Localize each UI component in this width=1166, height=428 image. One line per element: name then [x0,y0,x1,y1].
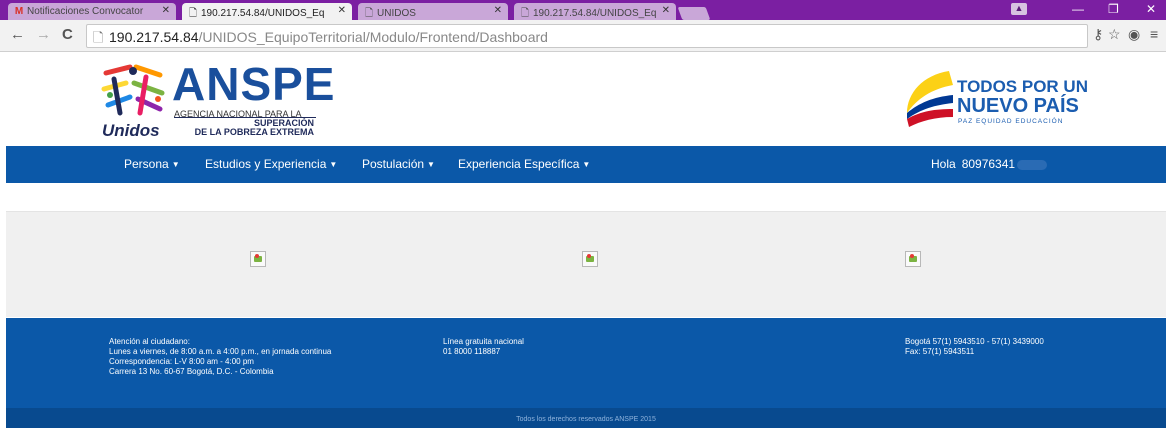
page-icon: 🗋 [364,8,374,19]
footer-line: 01 8000 118887 [443,347,501,356]
nav-label: Postulación [362,157,425,171]
tab-dashboard-2[interactable]: 🗋 190.217.54.84/UNIDOS_Eq ✕ [514,3,676,20]
footer-line: Atención al ciudadano: [109,337,190,346]
address-bar[interactable]: 🗋 190.217.54.84/UNIDOS_EquipoTerritorial… [86,24,1088,48]
footer-line: Bogotá 57(1) 5943510 - 57(1) 3439000 [905,337,1044,346]
broken-image-icon[interactable] [582,251,598,267]
caret-down-icon: ▼ [427,160,435,170]
footer-atencion: Atención al ciudadano: Lunes a viernes, … [109,337,331,377]
dashboard-content [6,211,1166,317]
unidos-wordmark: Unidos [102,121,160,140]
user-profile-icon[interactable]: ▲ [1011,3,1027,15]
gmail-icon: M [14,6,24,17]
broken-image-icon[interactable] [250,251,266,267]
main-navbar: Persona ▼ Estudios y Experiencia ▼ Postula… [6,146,1166,183]
copyright-text: Todos los derechos reservados ANSPE 2015 [516,416,656,423]
tab-title: 190.217.54.84/UNIDOS_Eq [201,8,325,19]
back-icon[interactable]: ← [10,26,25,43]
url-text[interactable]: 190.217.54.84/UNIDOS_EquipoTerritorial/M… [109,29,548,45]
nav-experiencia-especifica[interactable]: Experiencia Específica ▼ [458,157,590,171]
sub-footer: Todos los derechos reservados ANSPE 2015 [6,408,1166,428]
footer-telefonos: Bogotá 57(1) 5943510 - 57(1) 3439000 Fax… [905,337,1044,357]
footer-line: Lunes a viernes, de 8:00 a.m. a 4:00 p.m… [109,347,332,356]
anspe-line3: DE LA POBREZA EXTREMA [194,127,314,137]
restore-icon[interactable]: ❐ [1108,2,1119,16]
redacted-name [1017,159,1048,170]
close-window-icon[interactable]: ✕ [1146,2,1156,16]
colombia-flag-swoosh-icon [907,71,953,127]
close-icon[interactable]: ✕ [162,5,170,16]
footer-line: Fax: 57(1) 5943511 [905,347,975,356]
minimize-icon[interactable]: — [1072,2,1084,16]
footer-line: Línea gratuita nacional [443,337,524,346]
tab-title: UNIDOS [377,8,416,19]
gov-line2: NUEVO PAÍS [957,95,1079,117]
gov-line3: PAZ EQUIDAD EDUCACIÓN [958,118,1064,125]
browser-toolbar: ← → C 🗋 190.217.54.84/UNIDOS_EquipoTerri… [0,20,1166,52]
url-host: 190.217.54.84 [109,29,199,45]
page-icon: 🗋 [93,30,104,45]
tab-title: Notificaciones Convocator [27,6,144,17]
tab-dashboard[interactable]: 🗋 190.217.54.84/UNIDOS_Eq ✕ [182,3,352,20]
nav-label: Persona [124,157,169,171]
tab-title: 190.217.54.84/UNIDOS_Eq [533,8,657,19]
site-header: ANSPE AGENCIA NACIONAL PARA LA SUPERACIÓ… [0,53,1166,146]
nav-label: Experiencia Específica [458,157,580,171]
url-path: /UNIDOS_EquipoTerritorial/Modulo/Fronten… [198,29,548,45]
tab-notificaciones[interactable]: M Notificaciones Convocator ✕ [8,3,176,20]
anspe-figures-icon [101,64,165,116]
nav-postulacion[interactable]: Postulación ▼ [362,157,435,171]
nav-persona[interactable]: Persona ▼ [124,157,180,171]
tab-unidos[interactable]: 🗋 UNIDOS ✕ [358,3,508,20]
footer-linea-gratuita: Línea gratuita nacional 01 8000 118887 [443,337,524,357]
new-tab-button[interactable] [677,7,711,20]
close-icon[interactable]: ✕ [494,5,502,16]
page-icon: 🗋 [520,8,530,19]
caret-down-icon: ▼ [329,160,338,170]
nav-estudios-experiencia[interactable]: Estudios y Experiencia ▼ [205,157,337,171]
forward-icon[interactable]: → [36,26,51,43]
page-icon: 🗋 [188,8,198,19]
key-icon[interactable]: ⚷ [1093,26,1103,43]
browser-tab-strip: M Notificaciones Convocator ✕ 🗋 190.217.54… [0,0,1166,20]
footer-line: Correspondencia: L-V 8:00 am - 4:00 pm [109,357,254,366]
broken-image-icon[interactable] [905,251,921,267]
site-footer: Atención al ciudadano: Lunes a viernes, … [6,318,1166,408]
star-icon[interactable]: ☆ [1108,26,1121,43]
footer-line: Carrera 13 No. 60-67 Bogotá, D.C. - Colo… [109,367,274,376]
reload-icon[interactable]: C [62,26,73,43]
extension-icon[interactable]: ◉ [1128,26,1140,43]
user-greeting[interactable]: Hola 80976341 [931,157,1048,171]
gobierno-logo[interactable]: TODOS POR UN NUEVO PAÍS PAZ EQUIDAD EDUC… [903,65,1103,135]
nav-label: Estudios y Experiencia [205,157,327,171]
close-icon[interactable]: ✕ [338,5,346,16]
anspe-wordmark: ANSPE [172,58,336,110]
caret-down-icon: ▼ [171,160,180,170]
anspe-logo[interactable]: ANSPE AGENCIA NACIONAL PARA LA SUPERACIÓ… [100,61,334,141]
caret-down-icon: ▼ [582,160,591,170]
close-icon[interactable]: ✕ [662,5,670,16]
user-id: 80976341 [961,157,1016,171]
gov-line1: TODOS POR UN [957,77,1088,96]
greeting-label: Hola [931,157,956,171]
menu-icon[interactable]: ≡ [1150,26,1158,42]
